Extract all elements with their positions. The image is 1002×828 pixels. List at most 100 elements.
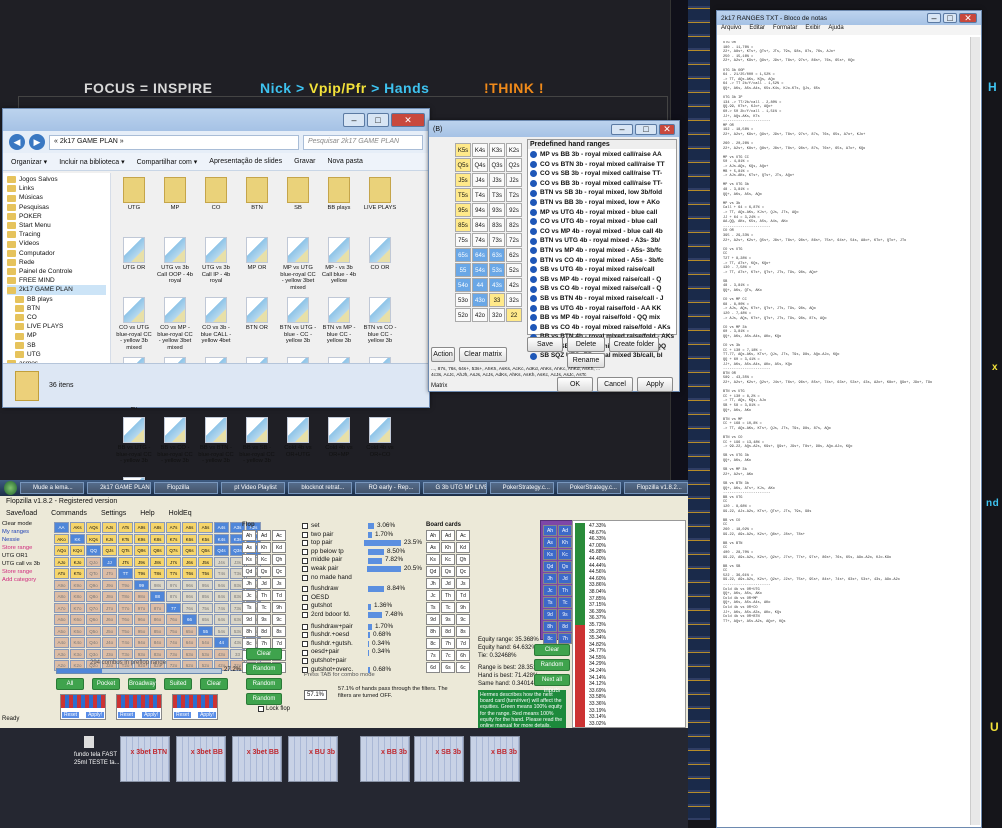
card[interactable]: Qd (543, 561, 557, 572)
range-list-item[interactable]: SB vs CO 4b - royal mixed raise/call - Q (530, 284, 674, 294)
range-list-item[interactable]: CO vs SB 3b - royal mixed call/raise TT- (530, 169, 674, 179)
hand-cell[interactable]: J5o (102, 625, 117, 636)
tree-item[interactable]: POKER (7, 212, 106, 221)
hand-cell[interactable]: T5o (118, 625, 133, 636)
card[interactable]: 7d (456, 638, 470, 649)
file-item[interactable]: MP vs UTG blue-royal CC - yellow 3bet mi… (279, 237, 317, 295)
range-cell[interactable]: T2s (506, 188, 522, 202)
hand-cell[interactable]: A9o (54, 579, 69, 590)
range-cell[interactable]: Q3s (489, 158, 505, 172)
hand-cell[interactable]: AQo (54, 545, 69, 556)
action-button[interactable]: Random (534, 659, 570, 671)
card[interactable]: Ac (456, 530, 470, 541)
range-cell[interactable]: 43s (489, 278, 505, 292)
range-cell[interactable]: 65s (455, 248, 471, 262)
card[interactable]: 8d (441, 626, 455, 637)
range-cell[interactable]: J3s (489, 173, 505, 187)
file-item[interactable]: BB vs SB - blue-royal CC - yellow 3b (238, 417, 276, 475)
range-preset-button[interactable]: Broadway (128, 678, 156, 690)
hand-cell[interactable]: T5s (198, 568, 213, 579)
stat-checkbox[interactable] (302, 612, 308, 619)
tree-item[interactable]: Tracing (7, 230, 106, 239)
stat-checkbox[interactable] (302, 574, 308, 581)
hand-cell[interactable]: Q5o (86, 625, 101, 636)
card[interactable]: 8h (242, 626, 256, 637)
hand-cell[interactable]: QJs (102, 545, 117, 556)
hand-cell[interactable]: 65o (182, 625, 197, 636)
range-cell[interactable]: 43o (472, 293, 488, 307)
hand-cell[interactable]: K6o (70, 614, 85, 625)
hand-cell[interactable]: A7o (54, 602, 69, 613)
card[interactable]: Td (456, 590, 470, 601)
stat-row[interactable]: flushdr.+oesd 0.68% (302, 631, 422, 640)
tree-item[interactable]: Jogos Salvos (7, 175, 106, 184)
tree-item[interactable]: 2k17 GAME PLAN (7, 285, 106, 295)
range-cell[interactable]: 33 (489, 293, 505, 307)
card[interactable]: As (242, 542, 256, 553)
stat-row[interactable]: top pair 23.5% (302, 539, 422, 548)
tree-item[interactable]: FREE MIND (7, 276, 106, 285)
ok-button[interactable]: OK (557, 377, 593, 392)
hand-cell[interactable]: K5o (70, 625, 85, 636)
card[interactable]: 7c (441, 650, 455, 661)
flopzilla-window[interactable]: Flopzilla v1.8.2 - Registered version Sa… (0, 496, 688, 728)
clear-matrix-button[interactable]: Clear matrix (459, 347, 507, 362)
hand-cell[interactable]: T3o (118, 648, 133, 659)
menu-arquivo[interactable]: Arquivo (721, 25, 741, 35)
card[interactable]: 7h (558, 633, 572, 644)
stat-row[interactable]: flushdraw 8.84% (302, 585, 422, 594)
card[interactable]: Th (257, 590, 271, 601)
range-thumbnail[interactable]: x BB 3b (360, 736, 410, 782)
stat-checkbox[interactable] (302, 549, 308, 556)
menu-help[interactable]: Help (140, 510, 154, 517)
card[interactable]: Jh (242, 578, 256, 589)
card[interactable]: Kd (272, 542, 286, 553)
range-list-item[interactable]: CO vs MP 4b - royal mixed - blue call 4b (530, 227, 674, 237)
stat-checkbox[interactable] (302, 623, 308, 630)
range-maximize-button[interactable]: □ (635, 123, 657, 135)
stat-checkbox[interactable] (302, 658, 308, 665)
range-list-item[interactable]: BTN vs MP 4b - royal mixed - A5s- 3b/fc (530, 246, 674, 256)
hand-cell[interactable]: J4s (214, 556, 229, 567)
stat-checkbox[interactable] (302, 586, 308, 593)
card[interactable]: 8c (543, 633, 557, 644)
stat-row[interactable]: no made hand (302, 574, 422, 583)
range-cell[interactable]: 84s (472, 218, 488, 232)
range-preset-button[interactable]: Clear (200, 678, 228, 690)
range-list[interactable]: MP vs BB 3b - royal mixed call/raise AA C… (528, 149, 676, 362)
card[interactable]: 8h (543, 621, 557, 632)
range-cell[interactable]: 72s (506, 233, 522, 247)
action-button[interactable]: Action (431, 347, 455, 362)
stat-row[interactable]: gutshot+pair (302, 657, 422, 666)
hand-cell[interactable]: 95o (134, 625, 149, 636)
card[interactable]: Qd (426, 566, 440, 577)
stat-row[interactable]: two pair 1.70% (302, 531, 422, 540)
hand-cell[interactable]: A8s (150, 522, 165, 533)
card[interactable]: Qd (242, 566, 256, 577)
range-list-item[interactable]: CO vs BTN 3b - royal mixed call/raise TT (530, 160, 674, 170)
hand-cell[interactable]: J9o (102, 579, 117, 590)
hand-cell[interactable]: 54s (214, 625, 229, 636)
range-cell[interactable]: 52o (455, 308, 471, 322)
range-cell[interactable]: Q5s (455, 158, 471, 172)
category-item[interactable]: Add category (2, 576, 54, 584)
hand-cell[interactable]: KQo (70, 545, 85, 556)
range-cell[interactable]: 62s (506, 248, 522, 262)
suit-picker[interactable]: Reset Apply! (116, 694, 162, 720)
hand-cell[interactable]: A4o (54, 637, 69, 648)
hand-cell[interactable]: 85o (150, 625, 165, 636)
hand-cell[interactable]: Q8s (150, 545, 165, 556)
hand-cell[interactable]: 54o (198, 637, 213, 648)
hand-cell[interactable]: T9o (118, 579, 133, 590)
range-cell[interactable]: 64s (472, 248, 488, 262)
range-list-item[interactable]: SB vs MP 4b - royal mixed raise/call - Q (530, 275, 674, 285)
card[interactable]: Ah (543, 525, 557, 536)
range-cell[interactable]: 92s (506, 203, 522, 217)
notepad-scrollbar[interactable] (970, 37, 980, 825)
card[interactable]: Jd (558, 573, 572, 584)
hand-cell[interactable]: A8o (54, 591, 69, 602)
suit-picker[interactable]: Reset Apply! (60, 694, 106, 720)
card[interactable]: Js (456, 578, 470, 589)
toolbar-include[interactable]: Incluir na biblioteca ▾ (59, 158, 124, 166)
hand-cell[interactable]: K7s (166, 533, 181, 544)
